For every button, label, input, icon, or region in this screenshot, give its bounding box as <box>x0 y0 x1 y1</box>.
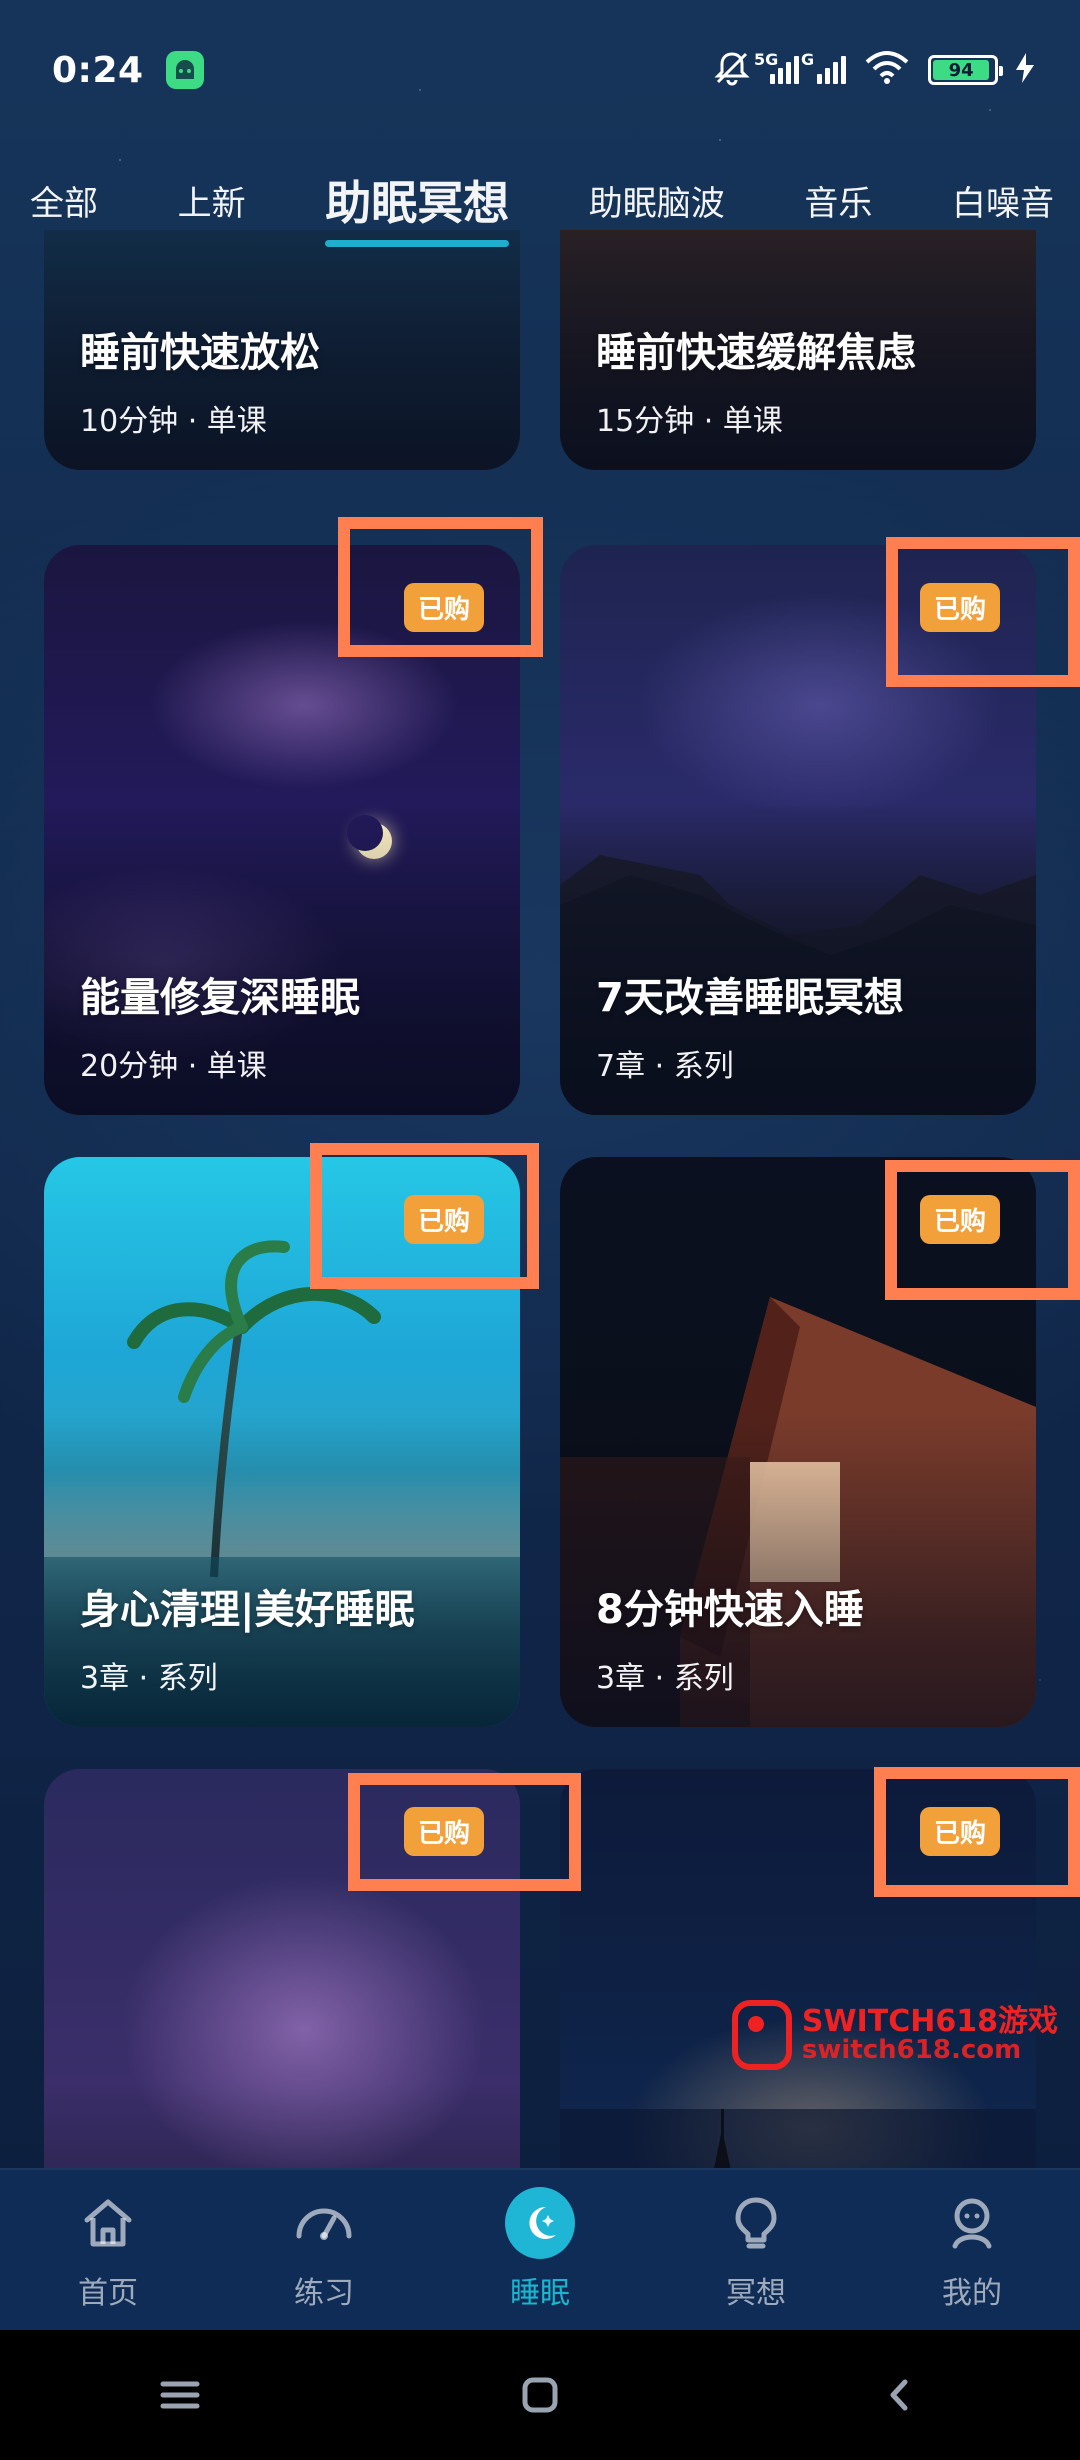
card-meta: 15分钟 · 单课 <box>596 404 783 439</box>
mute-icon <box>712 48 752 92</box>
signal-g-icon: G <box>801 50 846 84</box>
nav-label: 冥想 <box>726 2276 786 2311</box>
bulb-icon <box>721 2188 791 2258</box>
tab-sleep-meditation[interactable]: 助眠冥想 <box>325 167 510 247</box>
card-title: 7天改善睡眠冥想 <box>596 975 904 1021</box>
nav-profile[interactable]: 我的 <box>872 2188 1072 2312</box>
purchased-badge: 已购 <box>919 1195 1000 1244</box>
card-meta: 7章 · 系列 <box>596 1049 734 1084</box>
home-button[interactable] <box>480 2350 600 2440</box>
nav-label: 练习 <box>294 2276 354 2311</box>
card-quick-relax[interactable]: 睡前快速放松 10分钟 · 单课 <box>44 230 520 470</box>
purchased-badge: 已购 <box>919 583 1000 632</box>
status-bar: 0:24 5G G 94 <box>0 0 1080 140</box>
watermark-line-2: switch618.com <box>801 2035 1022 2066</box>
nav-label: 睡眠 <box>510 2276 570 2311</box>
recent-apps-button[interactable] <box>120 2350 240 2440</box>
content-grid: 睡前快速放松 10分钟 · 单课 睡前快速缓解焦虑 15分钟 · 单课 已购 能… <box>0 230 1080 2168</box>
card-meta: 10分钟 · 单课 <box>80 404 267 439</box>
card-night-sea[interactable]: 已购 <box>560 1769 1036 2168</box>
nav-label: 首页 <box>78 2276 138 2311</box>
home-icon <box>73 2188 143 2258</box>
battery-level: 94 <box>933 60 990 81</box>
network-label-2: G <box>801 50 815 69</box>
status-left: 0:24 <box>52 50 204 91</box>
card-quick-anxiety-relief[interactable]: 睡前快速缓解焦虑 15分钟 · 单课 <box>560 230 1036 470</box>
purchased-badge: 已购 <box>403 1807 484 1856</box>
card-milky-way[interactable]: 已购 <box>44 1769 520 2168</box>
profile-icon <box>937 2188 1007 2258</box>
sleep-bubble <box>505 2187 575 2259</box>
card-meta: 20分钟 · 单课 <box>80 1049 267 1084</box>
nav-practice[interactable]: 练习 <box>224 2188 424 2312</box>
network-label-1: 5G <box>754 50 779 69</box>
android-icon <box>165 51 204 89</box>
card-energy-deep-sleep[interactable]: 已购 能量修复深睡眠 20分钟 · 单课 <box>44 545 520 1115</box>
charging-icon <box>1016 53 1034 87</box>
card-title: 能量修复深睡眠 <box>80 975 360 1021</box>
wifi-icon <box>864 50 910 90</box>
card-title: 睡前快速放松 <box>80 330 320 376</box>
tab-white-noise[interactable]: 白噪音 <box>952 176 1054 225</box>
back-button[interactable] <box>840 2350 960 2440</box>
bottom-navigation: 首页 练习 睡眠 冥想 我的 <box>0 2168 1080 2330</box>
tab-new[interactable]: 上新 <box>178 176 246 225</box>
battery-indicator: 94 <box>928 55 1003 85</box>
system-navigation-bar <box>0 2330 1080 2460</box>
card-meta: 3章 · 系列 <box>596 1661 734 1696</box>
moon-icon <box>505 2187 575 2259</box>
signal-5g-icon: 5G <box>754 50 799 84</box>
card-8min-fall-asleep[interactable]: 已购 8分钟快速入睡 3章 · 系列 <box>560 1157 1036 1727</box>
card-title: 8分钟快速入睡 <box>596 1587 864 1633</box>
watermark-line-1: SWITCH618游戏 <box>801 2003 1058 2039</box>
watermark-logo <box>731 2000 792 2070</box>
nav-home[interactable]: 首页 <box>8 2188 208 2312</box>
tab-music[interactable]: 音乐 <box>804 176 872 225</box>
purchased-badge: 已购 <box>403 583 484 632</box>
purchased-badge: 已购 <box>919 1807 1000 1856</box>
watermark-text: SWITCH618游戏 switch618.com <box>802 2006 1058 2065</box>
watermark: SWITCH618游戏 switch618.com <box>731 2000 1058 2070</box>
tab-sleep-brainwaves[interactable]: 助眠脑波 <box>589 176 725 225</box>
nav-sleep[interactable]: 睡眠 <box>440 2187 640 2312</box>
card-mind-body-cleanse[interactable]: 已购 身心清理|美好睡眠 3章 · 系列 <box>44 1157 520 1727</box>
purchased-badge: 已购 <box>403 1195 484 1244</box>
clock-time: 0:24 <box>52 49 144 91</box>
tab-all[interactable]: 全部 <box>30 176 98 225</box>
status-right: 5G G 94 <box>712 48 1034 92</box>
card-7day-sleep[interactable]: 已购 7天改善睡眠冥想 7章 · 系列 <box>560 545 1036 1115</box>
nav-label: 我的 <box>942 2276 1002 2311</box>
category-tabs: 全部 上新 助眠冥想 助眠脑波 音乐 白噪音 <box>0 160 1080 247</box>
gauge-icon <box>289 2188 359 2258</box>
card-title: 睡前快速缓解焦虑 <box>596 330 916 376</box>
card-meta: 3章 · 系列 <box>80 1661 218 1696</box>
nav-meditation[interactable]: 冥想 <box>656 2188 856 2312</box>
card-title: 身心清理|美好睡眠 <box>80 1587 415 1633</box>
